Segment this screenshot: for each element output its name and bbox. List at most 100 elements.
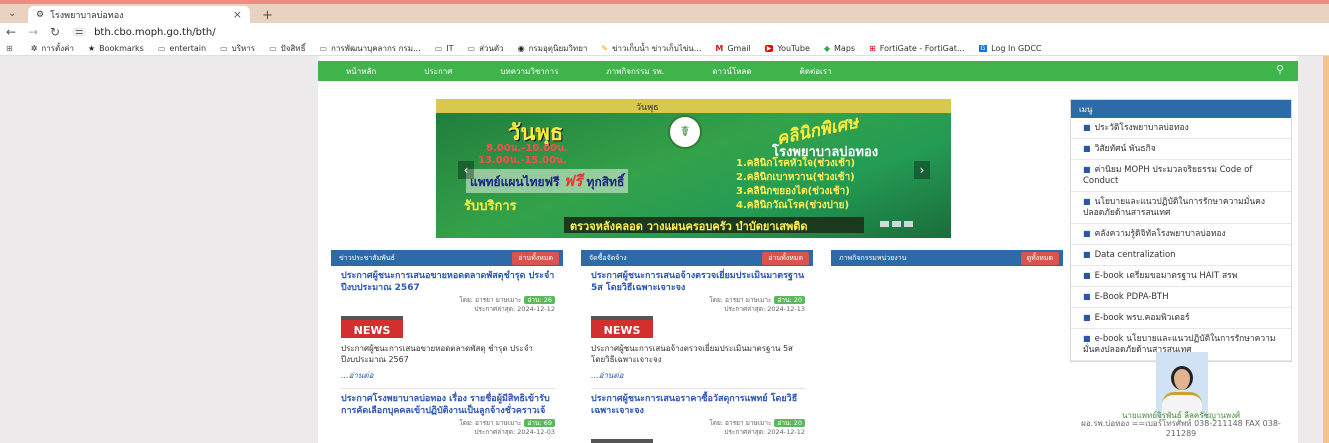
url-text[interactable]: bth.cbo.moph.go.th/bth/: [94, 27, 216, 38]
moph-logo-icon: ☤: [668, 115, 702, 149]
folder-icon: ■: [1083, 250, 1091, 259]
news-thumbnail[interactable]: NEWS: [341, 316, 403, 338]
read-all-button[interactable]: อ่านทั้งหมด: [762, 251, 809, 265]
carousel-next-icon[interactable]: ›: [914, 161, 930, 179]
bookmark-maps[interactable]: ◆ Maps: [824, 44, 855, 53]
globe-icon: ◉: [517, 43, 525, 53]
clinic-item: 4.คลินิกวัณโรค(ช่วงบ่าย): [736, 200, 850, 211]
sidebar-item-vision[interactable]: ■ วิสัยทัศน์ พันธกิจ: [1071, 139, 1291, 160]
read-count-badge: อ่าน: 69: [524, 419, 555, 427]
post-title-link[interactable]: ประกาศผู้ชนะการเสนอขายหอดตลาดพัสดุชำรุด …: [341, 270, 555, 294]
banner-carousel[interactable]: วันพุธ วันพุธ 8.00น.-10.00น. 13.00น.-15.…: [436, 99, 951, 238]
post-title-link[interactable]: ประกาศโรงพยาบาลบ่อทอง เรื่อง รายชื่อผู้ม…: [341, 393, 555, 417]
sidebar-item-history[interactable]: ■ ประวัติโรงพยาบาลบ่อทอง: [1071, 118, 1291, 139]
folder-icon: ■: [1083, 334, 1091, 343]
news-post: ประกาศผู้ชนะการเสนอราคาซื้อวัสดุการแพทย์…: [581, 389, 813, 443]
post-title-link[interactable]: ประกาศผู้ชนะการเสนอราคาซื้อวัสดุการแพทย์…: [591, 393, 805, 417]
column-header: ภาพกิจกรรมหน่วยงาน ดูทั้งหมด: [831, 250, 1063, 266]
forward-icon[interactable]: →: [22, 25, 44, 39]
sidebar-item-ebook-pdpa[interactable]: ■ E-Book PDPA-BTH: [1071, 287, 1291, 308]
carousel-accept-service: รับบริการ: [464, 199, 517, 214]
star-icon: ★: [87, 43, 96, 53]
sidebar-item-security-policy[interactable]: ■ นโยบายและแนวปฏิบัติในการรักษาความมั่นคง…: [1071, 192, 1291, 224]
sidebar-item-data-centralization[interactable]: ■ Data centralization: [1071, 245, 1291, 266]
sidebar-item-ebook-hait[interactable]: ■ E-book เตรียมขอมาตรฐาน HAIT สรพ: [1071, 266, 1291, 287]
site-favicon-icon: ⚙: [36, 9, 45, 20]
folder-icon: ▭: [467, 43, 476, 53]
sidebar-item-ebook-computer-act[interactable]: ■ E-book พรบ.คอมพิวเตอร์: [1071, 308, 1291, 329]
sidebar-title: เมนู: [1071, 100, 1291, 118]
browser-tab[interactable]: ⚙ โรงพยาบาลบ่อทอง ×: [28, 6, 250, 23]
folder-icon: ■: [1083, 271, 1091, 280]
sidebar-item-values[interactable]: ■ ค่านิยม MOPH ประมวลจริยธรรม Code of Con…: [1071, 160, 1291, 192]
bookmark-gdcc[interactable]: G Log In GDCC: [978, 44, 1042, 53]
news-thumbnail[interactable]: NEWS: [591, 439, 653, 443]
bookmark-it[interactable]: ▭ IT: [435, 44, 454, 53]
search-icon[interactable]: ⚲: [1276, 63, 1284, 76]
bookmark-hr[interactable]: ▭ การพัฒนาบุคลากร กรม...: [319, 42, 420, 55]
menu-contact[interactable]: ติดต่อเรา: [800, 65, 832, 78]
folder-icon: ■: [1083, 197, 1091, 206]
menu-activities[interactable]: ภาพกิจกรรม รพ.: [606, 65, 664, 78]
folder-icon: ■: [1083, 144, 1091, 153]
bookmark-youtube[interactable]: ▶ YouTube: [764, 44, 810, 53]
new-tab-button[interactable]: +: [262, 8, 273, 23]
maps-icon: ◆: [823, 43, 831, 53]
carousel-top-strip: [436, 99, 951, 113]
read-more-link[interactable]: ...อ่านต่อ: [591, 369, 805, 382]
folder-icon: ■: [1083, 123, 1091, 132]
pen-icon: ✎: [601, 43, 609, 53]
menu-home[interactable]: หน้าหลัก: [346, 65, 376, 78]
scrollbar-track[interactable]: [1323, 56, 1329, 443]
read-more-link[interactable]: ...อ่านต่อ: [341, 369, 555, 382]
carousel-indicators[interactable]: [880, 221, 913, 227]
site-info-icon[interactable]: ⚌: [72, 27, 87, 37]
bookmark-weather[interactable]: ◉ กรมอุตุนิยมวิทยา: [518, 42, 588, 55]
back-icon[interactable]: ←: [0, 25, 22, 39]
bookmarks-bar: ⊞ ✲ การตั้งค่า ★ Bookmarks ▭ entertain ▭ บริ…: [0, 41, 1329, 56]
menu-articles[interactable]: บทความวิชาการ: [500, 65, 558, 78]
director-head: [1171, 366, 1193, 390]
left-background: [0, 56, 320, 443]
bookmark-fortigate[interactable]: ⊞ FortiGate - FortiGat...: [869, 44, 964, 53]
menu-downloads[interactable]: ดาวน์โหลด: [712, 65, 751, 78]
close-tab-icon[interactable]: ×: [233, 8, 242, 21]
news-thumbnail[interactable]: NEWS: [591, 316, 653, 338]
post-title-link[interactable]: ประกาศผู้ชนะการเสนอจ้างตรวจเยี่ยมประเมิน…: [591, 270, 805, 294]
gdcc-icon: G: [978, 44, 988, 52]
reload-icon[interactable]: ↻: [44, 25, 66, 39]
carousel-dot[interactable]: [880, 221, 889, 227]
tab-bar: ⌄ ⚙ โรงพยาบาลบ่อทอง × +: [0, 4, 1329, 23]
bookmark-gmail[interactable]: M Gmail: [715, 44, 750, 53]
sidebar-menu: เมนู ■ ประวัติโรงพยาบาลบ่อทอง ■ วิสัยทัศน์…: [1070, 99, 1292, 362]
bookmark-admin[interactable]: ▭ บริหาร: [220, 42, 255, 55]
read-count-badge: อ่าน: 20: [774, 296, 805, 304]
apps-icon[interactable]: ⊞: [6, 44, 17, 53]
bookmark-entertain[interactable]: ▭ entertain: [158, 44, 206, 53]
bookmark-bookmarks[interactable]: ★ Bookmarks: [88, 44, 144, 53]
post-excerpt: ประกาศผู้ชนะการเสนอขายหอดตลาดพัสดุ ชำรุด…: [341, 344, 533, 364]
view-all-button[interactable]: ดูทั้งหมด: [1020, 251, 1059, 265]
tab-title: โรงพยาบาลบ่อทอง: [50, 10, 124, 21]
carousel-prev-icon[interactable]: ‹: [458, 161, 474, 179]
carousel-bottom-banner: ตรวจหลังคลอด วางแผนครอบครัว บำบัดยาเสพติ…: [564, 217, 864, 233]
tab-search-icon[interactable]: ⌄: [8, 8, 16, 19]
menu-announcements[interactable]: ประกาศ: [424, 65, 452, 78]
column-title: จัดซื้อจัดจ้าง: [589, 253, 627, 262]
folder-icon: ■: [1083, 229, 1091, 238]
bookmark-personal[interactable]: ▭ ส่วนตัว: [468, 42, 504, 55]
bookmark-settings[interactable]: ✲ การตั้งค่า: [31, 42, 74, 55]
carousel-day-small: วันพุธ: [636, 103, 659, 113]
folder-icon: ▭: [269, 43, 277, 53]
carousel-dot[interactable]: [892, 221, 901, 227]
bookmark-rights[interactable]: ▭ ปัจสิทธิ์: [269, 42, 305, 55]
folder-icon: ■: [1083, 313, 1091, 322]
youtube-icon: ▶: [764, 44, 774, 52]
carousel-dot[interactable]: [904, 221, 913, 227]
read-all-button[interactable]: อ่านทั้งหมด: [512, 251, 559, 265]
bookmark-news[interactable]: ✎ ข่าวเก็บน้ำ ข่าวเก็บไข่น...: [601, 42, 701, 55]
read-count-badge: อ่าน: 26: [524, 296, 555, 304]
sidebar-item-knowledge[interactable]: ■ คลังความรู้ดิจิทัลโรงพยาบาลบ่อทอง: [1071, 224, 1291, 245]
carousel-free-service: แพทย์แผนไทยฟรี ฟรี ทุกสิทธิ์: [466, 169, 629, 193]
address-bar[interactable]: ⚌ bth.cbo.moph.go.th/bth/: [72, 27, 216, 38]
